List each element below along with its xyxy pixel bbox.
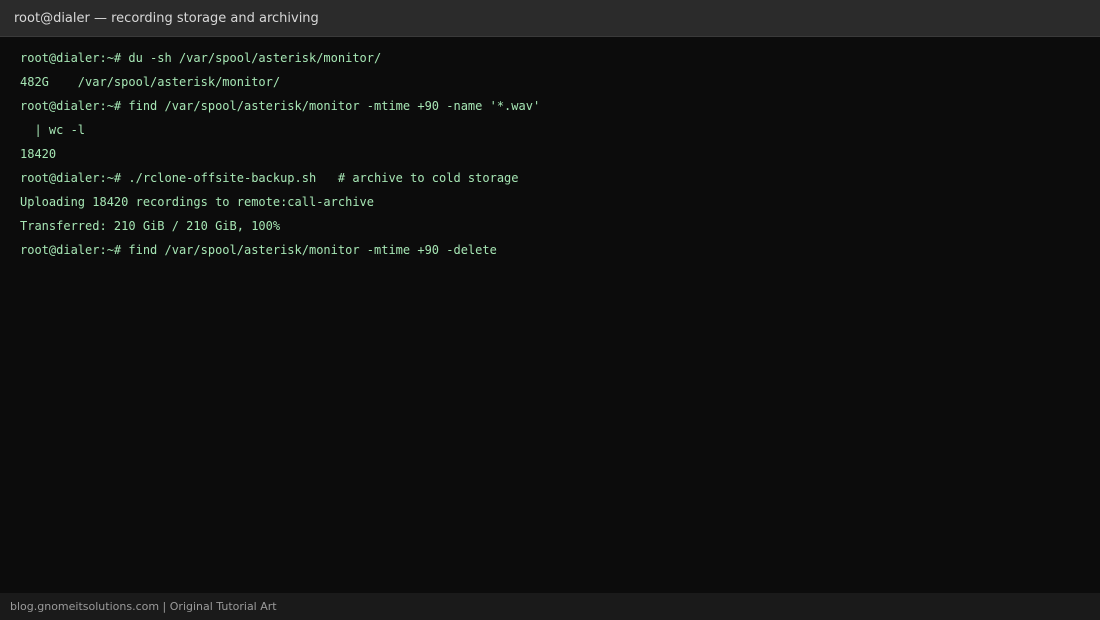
footer-credit: blog.gnomeitsolutions.com | Original Tut… bbox=[10, 600, 277, 613]
terminal-line: Uploading 18420 recordings to remote:cal… bbox=[20, 195, 375, 209]
terminal-window: root@dialer — recording storage and arch… bbox=[0, 0, 1100, 620]
window-title: root@dialer — recording storage and arch… bbox=[14, 10, 319, 26]
terminal-line: root@dialer:~# ./rclone-offsite-backup.s… bbox=[20, 171, 519, 185]
terminal-line: root@dialer:~# find /var/spool/asterisk/… bbox=[20, 99, 541, 113]
terminal-line: 482G /var/spool/asterisk/monitor/ bbox=[20, 75, 281, 89]
terminal-prompt-line: root@dialer:~# find /var/spool/asterisk/… bbox=[20, 243, 497, 257]
terminal-line: | wc -l bbox=[20, 123, 86, 137]
terminal-line: 18420 bbox=[20, 147, 57, 161]
terminal-line: root@dialer:~# du -sh /var/spool/asteris… bbox=[20, 51, 382, 65]
title-bar[interactable]: root@dialer — recording storage and arch… bbox=[0, 0, 1100, 37]
terminal-output[interactable]: root@dialer:~# du -sh /var/spool/asteris… bbox=[20, 46, 1080, 576]
terminal-line: Transferred: 210 GiB / 210 GiB, 100% bbox=[20, 219, 281, 233]
footer-bar: blog.gnomeitsolutions.com | Original Tut… bbox=[0, 593, 1100, 620]
